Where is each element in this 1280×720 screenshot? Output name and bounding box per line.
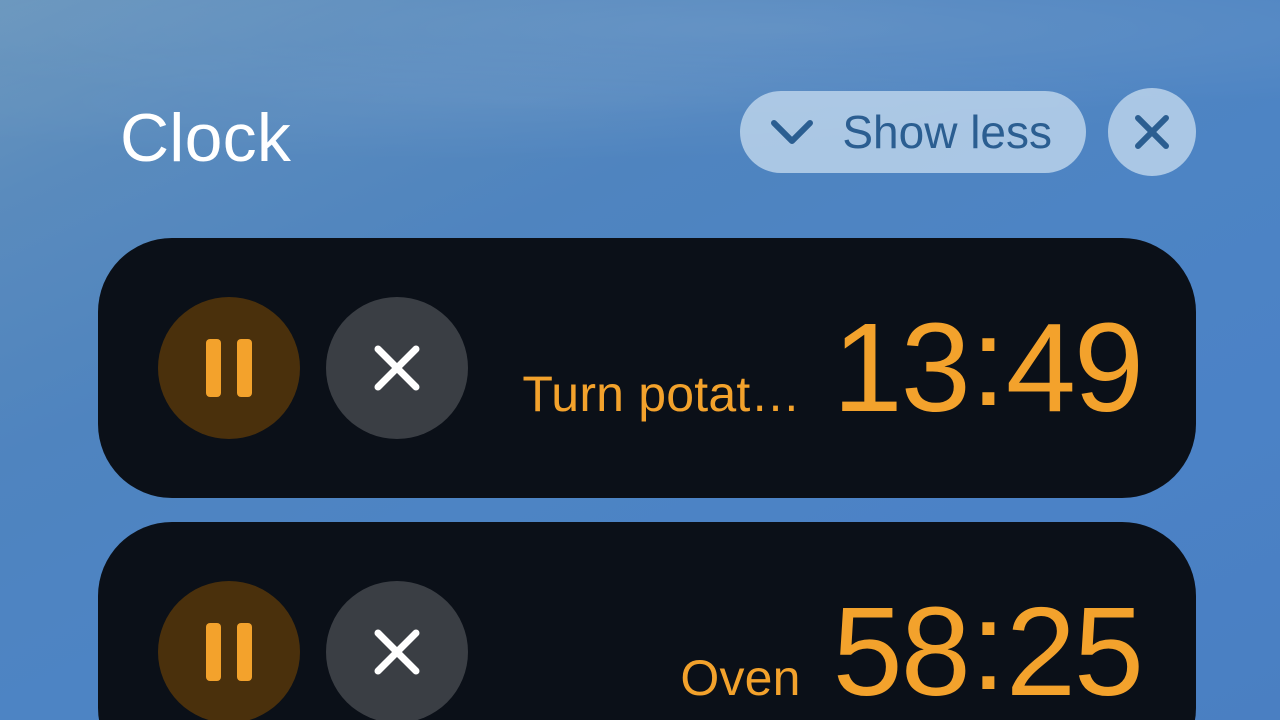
- timer-content: Turn potat… 13 : 49: [500, 305, 1142, 431]
- app-title: Clock: [98, 104, 291, 172]
- timer-card[interactable]: Oven 58 : 25: [98, 522, 1196, 720]
- pause-icon: [206, 623, 252, 681]
- time-colon: :: [969, 299, 1006, 425]
- timer-seconds: 25: [1006, 589, 1142, 715]
- timer-minutes: 13: [833, 305, 969, 431]
- stack-header: Clock Show less: [98, 94, 1196, 182]
- pause-button[interactable]: [158, 581, 300, 720]
- timer-seconds: 49: [1006, 305, 1142, 431]
- cancel-timer-button[interactable]: [326, 581, 468, 720]
- timer-time: 13 : 49: [833, 305, 1142, 431]
- cancel-timer-button[interactable]: [326, 297, 468, 439]
- pause-button[interactable]: [158, 297, 300, 439]
- dismiss-stack-button[interactable]: [1108, 88, 1196, 176]
- timer-cards: Turn potat… 13 : 49: [98, 238, 1196, 720]
- show-less-button[interactable]: Show less: [740, 91, 1086, 173]
- time-colon: :: [969, 583, 1006, 709]
- close-icon: [368, 339, 426, 397]
- chevron-down-icon: [770, 117, 814, 147]
- show-less-label: Show less: [842, 109, 1052, 155]
- timer-time: 58 : 25: [833, 589, 1142, 715]
- timer-controls: [158, 581, 468, 720]
- timer-label: Oven: [680, 649, 800, 707]
- header-controls: Show less: [740, 88, 1196, 176]
- timer-content: Oven 58 : 25: [500, 589, 1142, 715]
- notification-stack: Clock Show less: [98, 94, 1196, 720]
- timer-label: Turn potat…: [522, 365, 800, 423]
- timer-minutes: 58: [833, 589, 969, 715]
- pause-icon: [206, 339, 252, 397]
- close-icon: [368, 623, 426, 681]
- timer-controls: [158, 297, 468, 439]
- close-icon: [1132, 112, 1172, 152]
- timer-card[interactable]: Turn potat… 13 : 49: [98, 238, 1196, 498]
